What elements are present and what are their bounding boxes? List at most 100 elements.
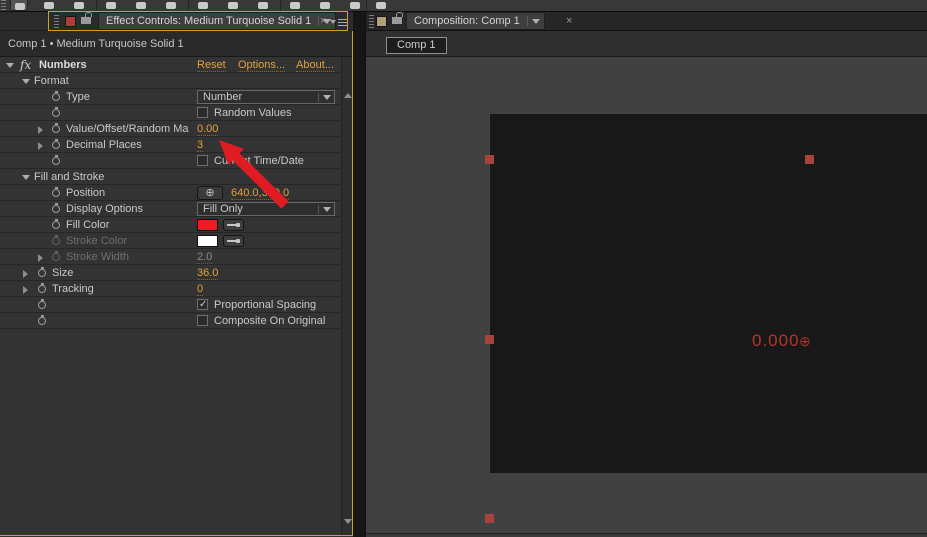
stroke-width-value[interactable]: 2.0 (197, 251, 212, 264)
hand-tool[interactable] (40, 0, 58, 11)
stopwatch-icon[interactable] (52, 237, 60, 245)
stopwatch-icon[interactable] (52, 109, 60, 117)
panel-divider[interactable] (353, 12, 365, 537)
value-offset-value[interactable]: 0.00 (197, 123, 218, 136)
stopwatch-icon[interactable] (52, 253, 60, 261)
options-link[interactable]: Options... (238, 59, 285, 72)
toolbar-drag-grip[interactable] (1, 0, 6, 12)
brush-tool[interactable] (286, 0, 304, 11)
stopwatch-icon[interactable] (52, 141, 60, 149)
row-display-options: Display Options Fill Only (0, 201, 341, 217)
rotation-tool[interactable] (102, 0, 120, 11)
stopwatch-icon[interactable] (52, 157, 60, 165)
eyedropper-icon[interactable] (223, 235, 244, 247)
property-label: Stroke Width (66, 251, 129, 263)
checkbox-label: Random Values (214, 107, 291, 119)
position-value[interactable]: 640.0,360.0 (231, 187, 289, 200)
composition-canvas[interactable] (490, 114, 927, 473)
stopwatch-icon[interactable] (52, 125, 60, 133)
property-label: Tracking (52, 283, 94, 295)
scroll-down-icon (344, 519, 352, 524)
rendered-number-text: 0.000 (752, 331, 800, 351)
property-label: Position (66, 187, 105, 199)
stopwatch-icon[interactable] (38, 317, 46, 325)
expand-property-icon[interactable] (38, 254, 43, 262)
expand-property-icon[interactable] (23, 286, 28, 294)
pan-behind-tool[interactable] (162, 0, 180, 11)
reset-link[interactable]: Reset (197, 59, 226, 72)
row-decimal-places: Decimal Places 3 (0, 137, 341, 153)
tab-effect-controls[interactable]: Effect Controls: Medium Turquoise Solid … (98, 12, 336, 30)
row-value-offset: Value/Offset/Random Ma 0.00 (0, 121, 341, 137)
stopwatch-icon[interactable] (38, 269, 46, 277)
close-panel-icon[interactable]: × (563, 15, 575, 27)
stopwatch-icon[interactable] (52, 189, 60, 197)
tracking-value[interactable]: 0 (197, 283, 203, 296)
after-effects-window: Effect Controls: Medium Turquoise Solid … (0, 0, 927, 537)
scroll-down-button[interactable] (343, 515, 352, 527)
size-value[interactable]: 36.0 (197, 267, 218, 280)
type-tool[interactable] (254, 0, 272, 11)
effect-point-crosshair-button[interactable] (197, 186, 223, 200)
stroke-color-swatch[interactable] (197, 235, 218, 247)
close-panel-icon[interactable]: × (317, 15, 329, 27)
panel-menu-icon[interactable] (330, 16, 348, 28)
collapse-effect-icon[interactable] (6, 63, 14, 68)
eyedropper-icon[interactable] (223, 219, 244, 231)
unified-camera-tool[interactable] (132, 0, 150, 11)
composition-viewer[interactable]: 0.000 ⊕ (366, 57, 927, 533)
stopwatch-icon[interactable] (38, 285, 46, 293)
current-time-date-checkbox[interactable] (197, 155, 208, 166)
display-options-dropdown[interactable]: Fill Only (197, 202, 335, 216)
collapse-group-icon[interactable] (22, 79, 30, 84)
layer-handle-bottom-left[interactable] (485, 514, 494, 523)
expand-property-icon[interactable] (38, 142, 43, 150)
effect-properties-list: fx Numbers Reset Options... About... For… (0, 57, 341, 535)
panel-group-color-swatch (376, 16, 387, 27)
eraser-tool[interactable] (346, 0, 364, 11)
composition-tab-strip: Composition: Comp 1 × (366, 12, 927, 31)
breadcrumb: Comp 1 • Medium Turquoise Solid 1 (0, 31, 353, 57)
stopwatch-icon[interactable] (38, 301, 46, 309)
panel-drag-grip[interactable] (54, 15, 59, 28)
layer-handle-top-left[interactable] (485, 155, 494, 164)
mask-shape-tool[interactable] (194, 0, 212, 11)
panel-drag-grip[interactable] (369, 15, 374, 28)
tab-dropdown-button[interactable] (528, 19, 544, 24)
row-size: Size 36.0 (0, 265, 341, 281)
scroll-up-button[interactable] (343, 89, 352, 101)
group-label: Fill and Stroke (34, 171, 104, 183)
layer-handle-mid-left[interactable] (485, 335, 494, 344)
puppet-pin-tool[interactable] (372, 0, 390, 11)
pen-tool[interactable] (224, 0, 242, 11)
composite-on-original-checkbox[interactable] (197, 315, 208, 326)
unlocked-padlock-icon[interactable] (81, 17, 91, 24)
stopwatch-icon[interactable] (52, 93, 60, 101)
about-link[interactable]: About... (296, 59, 334, 72)
decimal-places-value[interactable]: 3 (197, 139, 203, 152)
proportional-spacing-checkbox[interactable] (197, 299, 208, 310)
expand-property-icon[interactable] (38, 126, 43, 134)
fx-badge-icon: fx (20, 58, 31, 72)
unlocked-padlock-icon[interactable] (392, 17, 402, 24)
zoom-tool[interactable] (70, 0, 88, 11)
tab-composition[interactable]: Composition: Comp 1 (406, 12, 545, 30)
collapse-group-icon[interactable] (22, 175, 30, 180)
random-values-checkbox[interactable] (197, 107, 208, 118)
layer-handle-top-center[interactable] (805, 155, 814, 164)
stopwatch-icon[interactable] (52, 221, 60, 229)
clone-stamp-tool[interactable] (316, 0, 334, 11)
selection-tool[interactable] (10, 0, 28, 11)
stopwatch-icon[interactable] (52, 205, 60, 213)
row-stroke-color: Stroke Color (0, 233, 341, 249)
panel-group-color-swatch (65, 16, 76, 27)
scroll-up-icon (344, 93, 352, 98)
effect-point-icon[interactable]: ⊕ (799, 333, 811, 350)
type-dropdown[interactable]: Number (197, 90, 335, 104)
comp-1-button[interactable]: Comp 1 (386, 37, 447, 54)
fill-color-swatch[interactable] (197, 219, 218, 231)
vertical-scrollbar[interactable] (341, 57, 352, 535)
expand-property-icon[interactable] (23, 270, 28, 278)
effect-header-row: fx Numbers Reset Options... About... (0, 57, 341, 73)
toolbar-separator (96, 0, 97, 12)
